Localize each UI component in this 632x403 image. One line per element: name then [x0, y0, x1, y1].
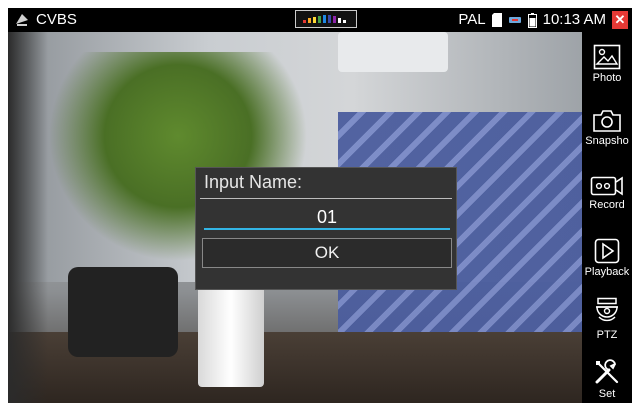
source-label: CVBS — [36, 11, 77, 28]
set-label: Set — [598, 388, 616, 400]
battery-icon — [527, 12, 537, 28]
usb-icon — [508, 17, 521, 23]
photo-label: Photo — [592, 72, 622, 84]
camera-icon — [593, 110, 621, 132]
device-screen: CVBS PAL 10:13 AM ✕ Input Name: 01 OK Ph… — [8, 8, 632, 403]
preview-vignette — [8, 32, 48, 403]
status-right: PAL 10:13 AM ✕ — [458, 11, 628, 29]
snapshot-label: Snapsho — [585, 135, 629, 147]
clock: 10:13 AM — [542, 11, 606, 28]
playback-label: Playback — [584, 266, 630, 278]
status-left: CVBS — [14, 11, 77, 29]
preview-air-conditioner — [338, 32, 448, 72]
dialog-divider — [200, 198, 452, 199]
dialog-title: Input Name: — [204, 172, 303, 192]
settings-button[interactable]: Set — [582, 358, 632, 401]
name-input[interactable] — [204, 206, 450, 230]
tools-icon — [595, 359, 619, 384]
photo-icon — [593, 44, 621, 70]
record-icon — [590, 176, 623, 196]
record-label: Record — [589, 199, 625, 211]
signal-waveform-icon — [303, 15, 346, 23]
preview-chair — [68, 267, 178, 357]
input-name-dialog: Input Name: OK — [195, 167, 457, 290]
status-bar: CVBS PAL 10:13 AM ✕ — [8, 8, 632, 32]
sd-card-icon — [491, 13, 502, 27]
playback-button[interactable]: Playback — [582, 238, 632, 279]
camera-preview: Input Name: OK — [8, 32, 582, 403]
signal-standard: PAL — [458, 11, 486, 28]
signal-level-indicator — [295, 10, 357, 28]
snapshot-button[interactable]: Snapsho — [582, 109, 632, 148]
play-icon — [594, 238, 620, 264]
close-icon[interactable]: ✕ — [612, 11, 628, 29]
ptz-camera-icon — [596, 297, 618, 322]
ptz-button[interactable]: PTZ — [582, 297, 632, 342]
record-button[interactable]: Record — [582, 175, 632, 212]
ptz-label: PTZ — [596, 329, 618, 341]
side-toolbar: Photo Snapsho Record Playback PTZ Set — [582, 32, 632, 403]
camera-dome-icon — [16, 14, 28, 26]
photo-button[interactable]: Photo — [582, 44, 632, 85]
ok-button[interactable]: OK — [202, 238, 452, 268]
